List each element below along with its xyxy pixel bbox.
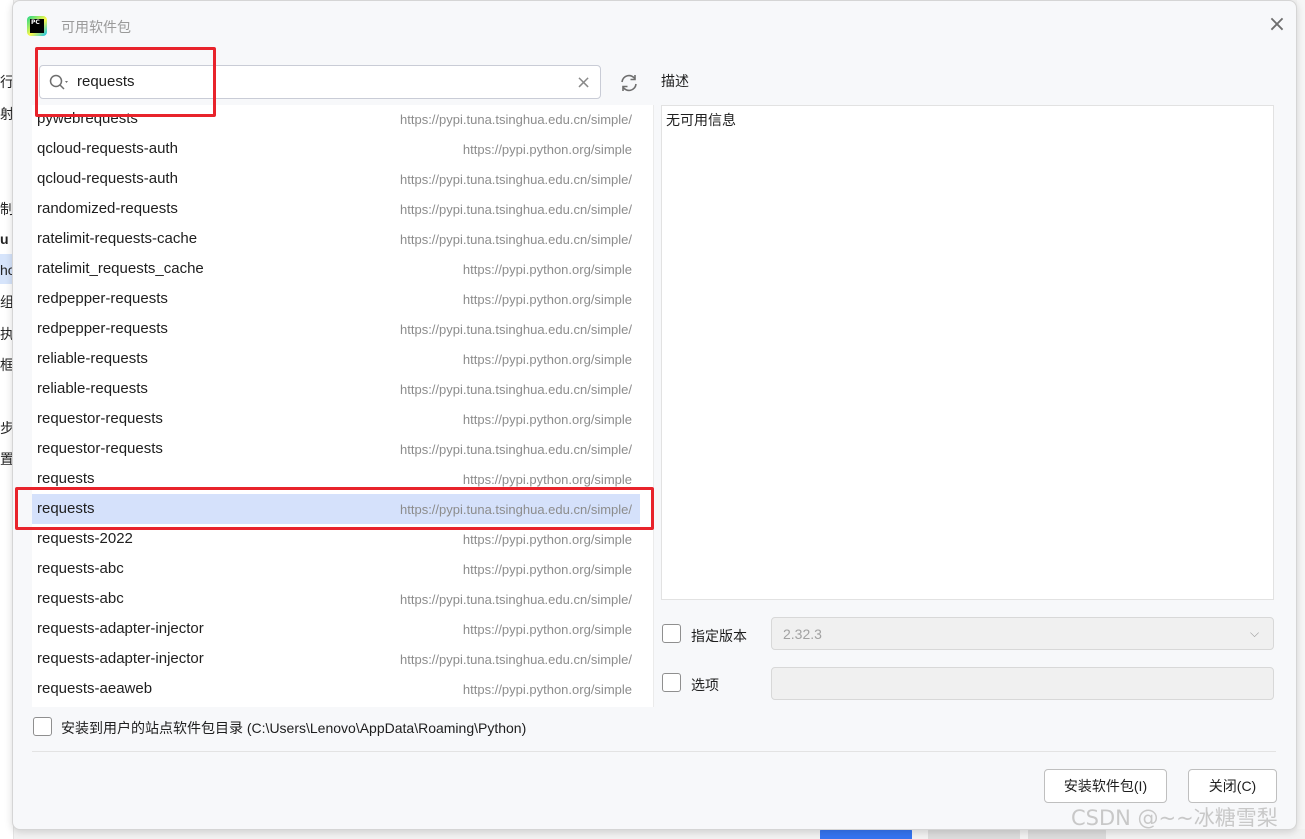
package-row[interactable]: ratelimit_requests_cache https://pypi.pyt…: [32, 254, 640, 284]
package-row[interactable]: requestor-requests https://pypi.python.or…: [32, 404, 640, 434]
package-repo: https://pypi.python.org/simple: [462, 262, 632, 277]
package-name: ratelimit_requests_cache: [37, 260, 204, 277]
package-repo: https://pypi.python.org/simple: [462, 562, 632, 577]
package-repo: https://pypi.tuna.tsinghua.edu.cn/simple…: [400, 382, 632, 397]
version-select[interactable]: 2.32.3 ⌵: [771, 617, 1274, 650]
description-label: 描述: [661, 73, 689, 89]
app-icon-label: PC: [31, 19, 40, 26]
selected-row-highlight-annotation: [15, 487, 654, 530]
package-name: requests-adapter-injector: [37, 620, 204, 637]
package-name: reliable-requests: [37, 380, 148, 397]
package-row[interactable]: reliable-requests https://pypi.python.org…: [32, 344, 640, 374]
package-repo: https://pypi.python.org/simple: [462, 292, 632, 307]
package-name: requestor-requests: [37, 410, 163, 427]
refresh-icon[interactable]: [617, 71, 641, 95]
package-repo: https://pypi.tuna.tsinghua.edu.cn/simple…: [400, 172, 632, 187]
package-row[interactable]: qcloud-requests-auth https://pypi.tuna.ts…: [32, 164, 640, 194]
pycharm-logo-icon: PC: [27, 16, 47, 36]
package-name: qcloud-requests-auth: [37, 170, 178, 187]
package-repo: https://pypi.python.org/simple: [462, 142, 632, 157]
install-to-user-label: 安装到用户的站点软件包目录 (C:\Users\Lenovo\AppData\R…: [61, 720, 527, 736]
package-repo: https://pypi.python.org/simple: [462, 622, 632, 637]
package-name: randomized-requests: [37, 200, 178, 217]
package-repo: https://pypi.python.org/simple: [462, 532, 632, 547]
package-row[interactable]: requests-adapter-injector https://pypi.py…: [32, 614, 640, 644]
version-value: 2.32.3: [783, 626, 822, 642]
dialog-title: 可用软件包: [61, 19, 131, 35]
package-name: requests-2022: [37, 530, 133, 547]
package-name: requests-adapter-injector: [37, 650, 204, 667]
package-row[interactable]: redpepper-requests https://pypi.tuna.tsin…: [32, 314, 640, 344]
package-name: reliable-requests: [37, 350, 148, 367]
package-row[interactable]: randomized-requests https://pypi.tuna.tsi…: [32, 194, 640, 224]
package-repo: https://pypi.tuna.tsinghua.edu.cn/simple…: [400, 112, 632, 127]
description-text: 无可用信息: [666, 112, 736, 128]
clear-search-icon[interactable]: ×: [576, 72, 591, 93]
package-name: requestor-requests: [37, 440, 163, 457]
package-repo: https://pypi.python.org/simple: [462, 352, 632, 367]
package-row[interactable]: reliable-requests https://pypi.tuna.tsing…: [32, 374, 640, 404]
watermark-text: CSDN @~~冰糖雪梨: [1071, 806, 1278, 830]
install-to-user-checkbox[interactable]: [33, 717, 52, 736]
package-repo: https://pypi.tuna.tsinghua.edu.cn/simple…: [400, 442, 632, 457]
package-row[interactable]: redpepper-requests https://pypi.python.or…: [32, 284, 640, 314]
package-name: ratelimit-requests-cache: [37, 230, 198, 247]
package-name: redpepper-requests: [37, 320, 168, 337]
background-window-edge-right: [1297, 0, 1305, 839]
specify-version-label: 指定版本: [691, 628, 747, 644]
package-name: requests-aeaweb: [37, 680, 153, 697]
package-row[interactable]: qcloud-requests-auth https://pypi.python.…: [32, 134, 640, 164]
available-packages-dialog: PC 可用软件包 × requests × pywebrequests https…: [12, 0, 1297, 830]
package-repo: https://pypi.tuna.tsinghua.edu.cn/simple…: [400, 652, 632, 667]
options-label: 选项: [691, 677, 719, 693]
options-checkbox[interactable]: [662, 673, 681, 692]
options-input[interactable]: [771, 667, 1274, 700]
package-name: requests: [37, 470, 95, 487]
package-repo: https://pypi.tuna.tsinghua.edu.cn/simple…: [400, 232, 632, 247]
package-repo: https://pypi.tuna.tsinghua.edu.cn/simple…: [400, 592, 632, 607]
specify-version-checkbox[interactable]: [662, 624, 681, 643]
footer-separator: [32, 751, 1276, 752]
package-row[interactable]: requests-aeaweb https://pypi.python.org/s…: [32, 674, 640, 704]
package-repo: https://pypi.python.org/simple: [462, 412, 632, 427]
package-row[interactable]: requests-abc https://pypi.python.org/simp…: [32, 554, 640, 584]
package-repo: https://pypi.python.org/simple: [462, 472, 632, 487]
dialog-titlebar: PC 可用软件包 ×: [13, 1, 1296, 51]
install-package-button[interactable]: 安装软件包(I): [1044, 769, 1167, 803]
package-name: qcloud-requests-auth: [37, 140, 178, 157]
close-icon[interactable]: ×: [1267, 14, 1287, 36]
description-panel: 无可用信息: [661, 105, 1274, 600]
search-highlight-annotation: [35, 47, 216, 117]
package-name: requests-abc: [37, 560, 124, 577]
package-name: redpepper-requests: [37, 290, 168, 307]
package-row[interactable]: requests-adapter-injector https://pypi.tu…: [32, 644, 640, 674]
package-row[interactable]: requests-abc https://pypi.tuna.tsinghua.e…: [32, 584, 640, 614]
package-repo: https://pypi.tuna.tsinghua.edu.cn/simple…: [400, 322, 632, 337]
package-row[interactable]: requestor-requests https://pypi.tuna.tsin…: [32, 434, 640, 464]
chevron-down-icon: ⌵: [1250, 626, 1260, 640]
package-row[interactable]: ratelimit-requests-cache https://pypi.tun…: [32, 224, 640, 254]
package-name: requests-abc: [37, 590, 124, 607]
package-list[interactable]: pywebrequests https://pypi.tuna.tsinghua.…: [32, 105, 654, 707]
package-repo: https://pypi.tuna.tsinghua.edu.cn/simple…: [400, 202, 632, 217]
package-repo: https://pypi.python.org/simple: [462, 682, 632, 697]
close-button[interactable]: 关闭(C): [1188, 769, 1277, 803]
